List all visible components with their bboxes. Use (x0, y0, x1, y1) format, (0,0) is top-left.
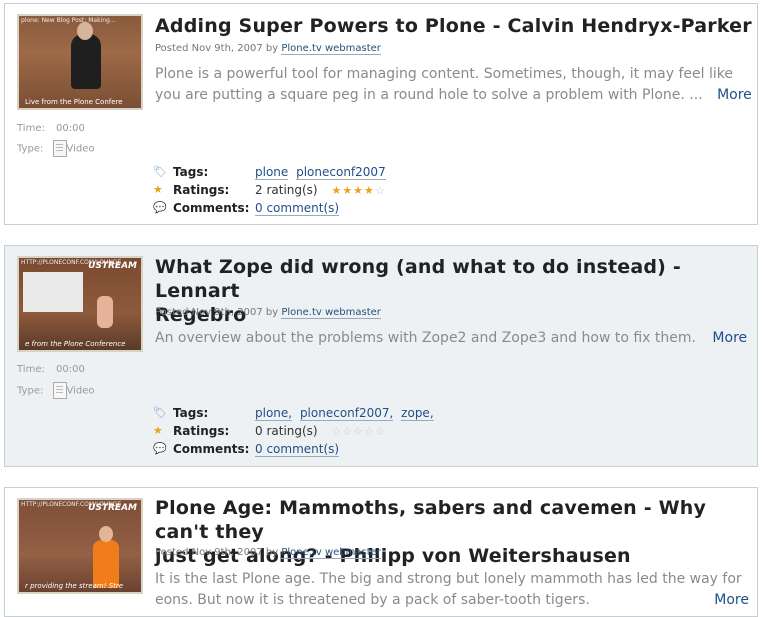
ratings-label: Ratings: (173, 183, 230, 197)
video-thumbnail[interactable]: HTTP://PLONECONF.COM/LOUNGE USTREAM r pr… (17, 498, 143, 594)
description-line: It is the last Plone age. The big and st… (155, 571, 742, 587)
post-card: plone: New Blog Post: Making... Live fro… (4, 3, 758, 225)
description-line: An overview about the problems with Zope… (155, 330, 696, 346)
time-label: Time: (17, 123, 45, 134)
rating-stars[interactable]: ☆☆☆☆☆ (331, 425, 385, 438)
more-link[interactable]: More (717, 87, 752, 103)
thumbnail-caption: r providing the stream! Stre (25, 582, 124, 590)
posted-by: Posted Nov 9th, 2007 by Plone.tv webmast… (155, 43, 381, 55)
tag-link[interactable]: ploneconf2007 (296, 165, 386, 180)
comments-link[interactable]: 0 comment(s) (255, 442, 340, 457)
rating-stars[interactable]: ★★★★☆ (331, 184, 385, 197)
post-card: HTTP://PLONECONF.COM/LOUNGE USTREAM r pr… (4, 487, 758, 617)
post-description: Plone is a powerful tool for managing co… (155, 64, 752, 106)
thumbnail-url-text: plone: New Blog Post: Making... (21, 17, 116, 24)
comment-icon: 💬 (153, 201, 167, 214)
thumbnail-image (19, 258, 141, 350)
description-line: Plone is a powerful tool for managing co… (155, 66, 733, 82)
title-line: Plone Age: Mammoths, sabers and cavemen … (155, 497, 707, 543)
comment-icon: 💬 (153, 442, 167, 455)
type-value: Video (66, 143, 95, 155)
type-row: Type: Video (17, 382, 95, 399)
video-type-icon (52, 140, 67, 157)
star-icon: ★ (153, 183, 163, 196)
star-icon: ★ (153, 424, 163, 437)
posted-date: Posted Nov 9th, 2007 by (155, 547, 279, 558)
post-description: It is the last Plone age. The big and st… (155, 569, 749, 611)
tag-icon: 🏷 (153, 406, 167, 419)
time-label: Time: (17, 364, 45, 375)
thumbnail-caption: e from the Plone Conference (25, 340, 126, 348)
ratings-label: Ratings: (173, 424, 230, 438)
ustream-logo: USTREAM (88, 261, 137, 271)
time-row: Time: 00:00 (17, 364, 85, 375)
time-value: 00:00 (56, 123, 85, 134)
posted-by: Posted Nov 9th, 2007 by Plone.tv webmast… (155, 547, 381, 559)
author-link[interactable]: Plone.tv webmaster (281, 307, 381, 319)
ustream-logo: USTREAM (88, 503, 137, 513)
video-thumbnail[interactable]: plone: New Blog Post: Making... Live fro… (17, 14, 143, 110)
post-title[interactable]: Adding Super Powers to Plone - Calvin He… (155, 14, 752, 38)
ratings-count: 0 rating(s) (255, 424, 318, 438)
tags-label: Tags: (173, 406, 209, 420)
post-card: HTTP://PLONECONF.COM/LOUNGE USTREAM e fr… (4, 245, 758, 467)
tag-icon: 🏷 (153, 165, 167, 178)
thumbnail-caption: Live from the Plone Confere (25, 98, 123, 106)
description-line: eons. But now it is threatened by a pack… (155, 592, 590, 608)
posted-by: Posted Nov 9th, 2007 by Plone.tv webmast… (155, 307, 381, 319)
tag-link[interactable]: zope, (401, 406, 434, 421)
tags-label: Tags: (173, 165, 209, 179)
time-row: Time: 00:00 (17, 123, 85, 134)
author-link[interactable]: Plone.tv webmaster (281, 43, 381, 55)
tag-link[interactable]: plone, (255, 406, 293, 421)
type-label: Type: (17, 143, 44, 155)
type-row: Type: Video (17, 140, 95, 157)
post-description: An overview about the problems with Zope… (155, 328, 747, 349)
ratings-count: 2 rating(s) (255, 183, 318, 197)
posted-date: Posted Nov 9th, 2007 by (155, 43, 279, 54)
comments-label: Comments: (173, 442, 250, 456)
more-link[interactable]: More (712, 330, 747, 346)
title-line: What Zope did wrong (and what to do inst… (155, 256, 681, 302)
type-value: Video (66, 385, 95, 397)
comments-label: Comments: (173, 201, 250, 215)
video-thumbnail[interactable]: HTTP://PLONECONF.COM/LOUNGE USTREAM e fr… (17, 256, 143, 352)
type-label: Type: (17, 385, 44, 397)
tag-link[interactable]: ploneconf2007, (299, 406, 394, 421)
posted-date: Posted Nov 9th, 2007 by (155, 307, 279, 318)
tag-link[interactable]: plone (255, 165, 289, 180)
description-line: you are putting a square peg in a round … (155, 87, 703, 103)
thumbnail-image (19, 500, 141, 592)
video-type-icon (52, 382, 67, 399)
more-link[interactable]: More (714, 592, 749, 608)
thumbnail-image (19, 16, 141, 108)
author-link[interactable]: Plone.tv webmaster (281, 547, 381, 559)
comments-link[interactable]: 0 comment(s) (255, 201, 340, 216)
time-value: 00:00 (56, 364, 85, 375)
